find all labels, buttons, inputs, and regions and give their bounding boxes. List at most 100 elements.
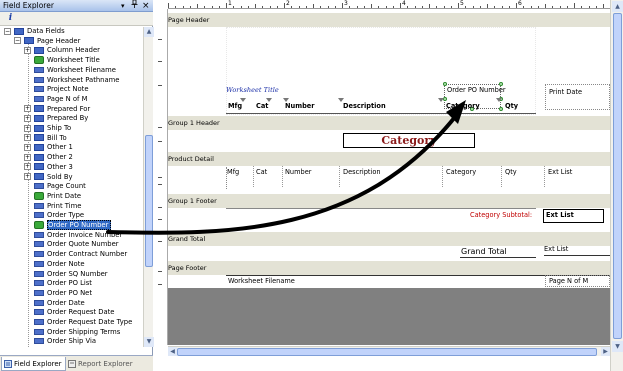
category-group-field[interactable]: Category — [343, 133, 475, 148]
col-header-mfg[interactable]: Mfg — [228, 102, 242, 111]
tree-item[interactable]: Print Date — [24, 191, 81, 202]
tree-item[interactable]: + Prepared For — [24, 105, 90, 115]
tree-scroll-thumb[interactable] — [145, 135, 153, 267]
ruler-tick — [429, 4, 430, 8]
expand-icon[interactable]: + — [24, 134, 31, 142]
tree-item-label: Worksheet Filename — [47, 65, 116, 74]
band-product-detail[interactable]: Product Detail — [168, 152, 610, 166]
band-page-header[interactable]: Page Header — [168, 13, 610, 27]
category-group-label: Category — [381, 134, 437, 147]
ruler-tick — [158, 141, 162, 142]
horizontal-scroll-thumb[interactable] — [177, 348, 597, 356]
category-subtotal-label[interactable]: Category Subtotal: — [470, 211, 532, 220]
tree-item[interactable]: + Bill To — [24, 134, 67, 144]
scroll-down-icon[interactable]: ▼ — [612, 341, 623, 352]
collapse-icon[interactable]: − — [14, 37, 21, 45]
tree-item[interactable]: + Ship To — [24, 124, 71, 134]
tree-item[interactable]: Project Note — [24, 85, 89, 95]
worksheet-title-field[interactable]: Worksheet Title — [226, 86, 279, 95]
tree-item[interactable]: Page Count — [24, 182, 86, 192]
resize-handle[interactable] — [499, 107, 503, 111]
tree-item[interactable]: Worksheet Filename — [24, 66, 116, 76]
close-icon[interactable]: × — [142, 0, 150, 12]
tree-item[interactable]: Print Time — [24, 202, 81, 212]
col-header-qty[interactable]: Qty — [505, 102, 518, 111]
expand-icon[interactable]: + — [24, 46, 31, 54]
col-header-number[interactable]: Number — [285, 102, 315, 111]
tab-report-explorer[interactable]: Report Explorer — [66, 357, 136, 371]
grand-total-label[interactable]: Grand Total — [461, 246, 507, 257]
tree-item[interactable]: Order Quote Number — [24, 240, 119, 250]
tree-item[interactable]: Order PO Net — [24, 289, 92, 299]
worksheet-filename-field[interactable]: Worksheet Filename — [228, 277, 295, 286]
pane-dropdown-icon[interactable]: ▾ — [121, 0, 125, 12]
col-header-description[interactable]: Description — [343, 102, 386, 111]
tree-item[interactable]: Page N of M — [24, 95, 87, 105]
tree-item-label: Page Header — [37, 36, 81, 45]
resize-handle[interactable] — [499, 82, 503, 86]
folder-icon — [34, 163, 44, 171]
info-icon[interactable]: i — [5, 13, 16, 24]
expand-icon[interactable]: + — [24, 124, 31, 132]
tab-report-explorer-label: Report Explorer — [78, 360, 133, 368]
tree-item[interactable]: − Page Header — [14, 37, 80, 47]
horizontal-scrollbar[interactable]: ◀ ▶ — [168, 346, 610, 356]
col-header-cat[interactable]: Cat — [256, 102, 268, 111]
tree-item[interactable]: Order PO List — [24, 279, 92, 289]
scroll-left-icon[interactable]: ◀ — [168, 347, 177, 356]
group-ext-list-field[interactable]: Ext List — [543, 209, 604, 223]
band-group1-header[interactable]: Group 1 Header — [168, 116, 610, 130]
designer-scroll-thumb[interactable] — [613, 13, 622, 339]
tree-item[interactable]: Order Date — [24, 299, 85, 309]
scroll-up-icon[interactable]: ▲ — [144, 27, 154, 37]
ruler-tick — [414, 6, 416, 8]
ruler-tick — [226, 3, 227, 8]
tree-item[interactable]: + Other 2 — [24, 153, 73, 163]
expand-icon[interactable]: + — [24, 143, 31, 151]
tree-item[interactable]: Worksheet Title — [24, 56, 100, 66]
field-explorer-title: Field Explorer — [3, 1, 54, 10]
scroll-up-icon[interactable]: ▲ — [612, 1, 623, 12]
ruler-tick — [158, 85, 162, 86]
band-grand-total[interactable]: Grand Total — [168, 232, 610, 246]
tree-item[interactable]: Order SQ Number — [24, 270, 108, 280]
scroll-down-icon[interactable]: ▼ — [144, 337, 154, 347]
tree-scrollbar[interactable]: ▲ ▼ — [143, 27, 154, 347]
tree-item[interactable]: + Other 3 — [24, 163, 73, 173]
band-page-footer[interactable]: Page Footer — [168, 261, 610, 275]
folder-icon — [34, 114, 44, 122]
tree-item[interactable]: Order PO Number — [24, 220, 112, 231]
tree-item[interactable]: Order Invoice Number — [24, 231, 122, 241]
tree-item[interactable]: + Column Header — [24, 46, 100, 56]
scroll-right-icon[interactable]: ▶ — [601, 347, 610, 356]
tree-item-label: Worksheet Pathname — [47, 75, 120, 84]
expand-icon[interactable]: + — [24, 105, 31, 113]
expand-icon[interactable]: + — [24, 114, 31, 122]
tree-item[interactable]: Order Request Date Type — [24, 318, 132, 328]
expand-icon[interactable]: + — [24, 153, 31, 161]
field-icon — [34, 202, 44, 209]
tree-item[interactable]: Order Contract Number — [24, 250, 127, 260]
tree-item[interactable]: + Other 1 — [24, 143, 73, 153]
pin-icon[interactable] — [131, 0, 138, 12]
tree-item[interactable]: Worksheet Pathname — [24, 76, 119, 86]
designer-vertical-scrollbar[interactable]: ▲ ▼ — [610, 0, 623, 371]
collapse-icon[interactable]: − — [4, 27, 11, 35]
col-header-category[interactable]: Category — [446, 102, 480, 111]
tree-item[interactable]: Order Shipping Terms — [24, 328, 120, 338]
tree-item[interactable]: + Prepared By — [24, 114, 88, 124]
field-explorer-pane: Field Explorer ▾ × i − Data Fields − Page H… — [0, 0, 154, 371]
tree-item[interactable]: Order Request Date — [24, 308, 115, 318]
tree-item[interactable]: Order Note — [24, 260, 85, 270]
expand-icon[interactable]: + — [24, 163, 31, 171]
tree-item[interactable]: Order Ship Via — [24, 337, 96, 347]
tree-item[interactable]: − Data Fields — [4, 27, 65, 37]
tree-item[interactable]: + Sold By — [24, 173, 73, 183]
ruler-tick — [168, 3, 169, 8]
band-group1-footer[interactable]: Group 1 Footer — [168, 194, 610, 208]
ruler-tick — [158, 39, 162, 40]
resize-handle[interactable] — [443, 82, 447, 86]
grand-total-ext-list[interactable]: Ext List — [544, 245, 568, 254]
expand-icon[interactable]: + — [24, 173, 31, 180]
tab-field-explorer[interactable]: Field Explorer — [1, 357, 66, 371]
